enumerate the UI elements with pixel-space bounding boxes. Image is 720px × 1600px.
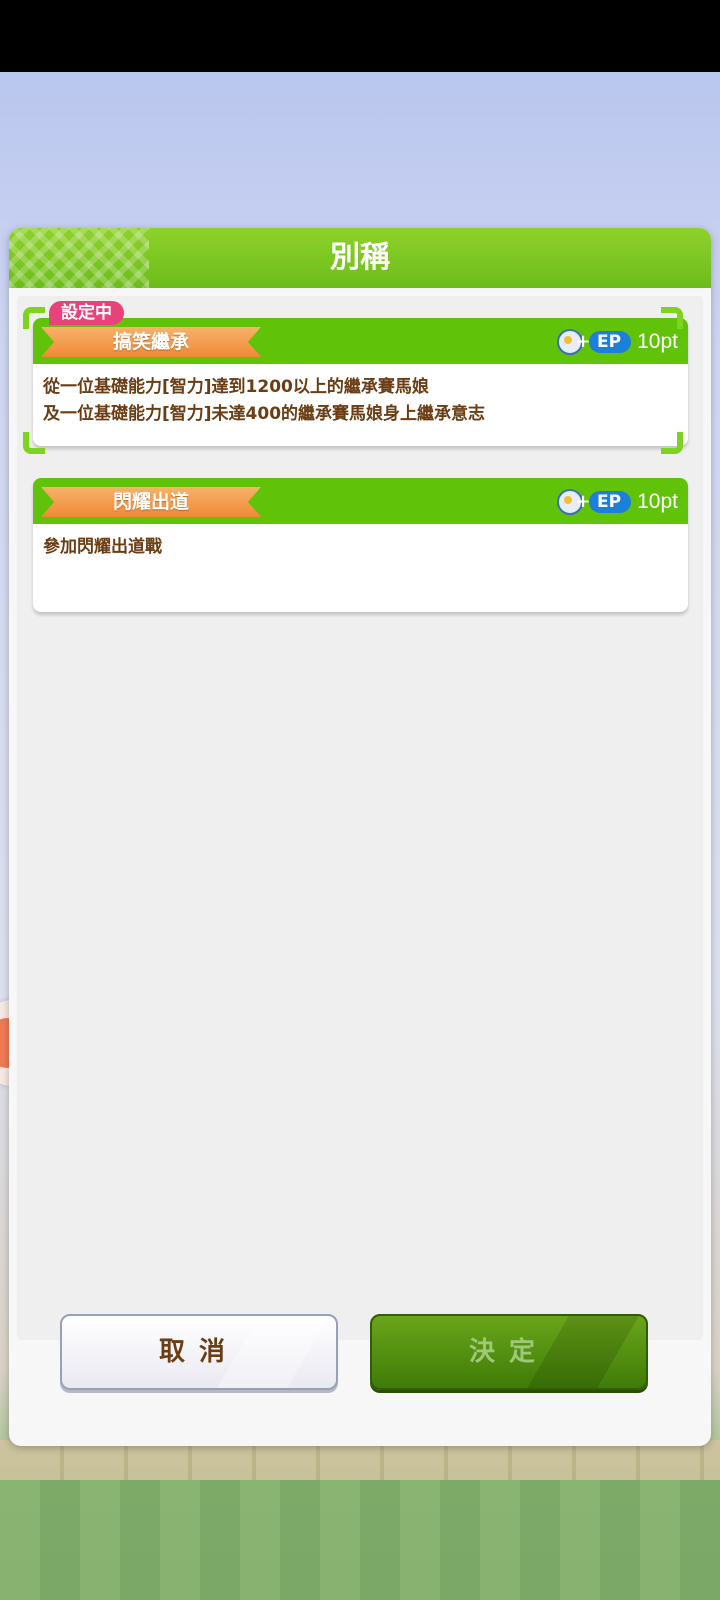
title-card[interactable]: 閃耀出道 + EP 10pt 參加閃耀出道戰 xyxy=(33,478,688,612)
background-grass xyxy=(0,1480,720,1600)
card-header: 閃耀出道 + EP 10pt xyxy=(33,478,688,524)
plus-icon: + xyxy=(575,491,591,512)
title-name-ribbon: 搞笑繼承 xyxy=(41,327,261,357)
ep-reward: + EP 10pt xyxy=(557,328,678,356)
title-description: 參加閃耀出道戰 xyxy=(43,537,162,557)
ep-points: 10pt xyxy=(637,330,678,353)
selection-corner-top-left xyxy=(23,307,45,329)
title-select-dialog: 別稱 搞笑繼承 + EP 10pt 從一位基礎能力[智力]達到1200以上的繼承… xyxy=(9,228,711,1446)
card-header: 搞笑繼承 + EP 10pt xyxy=(33,318,688,364)
confirm-button[interactable]: 決定 xyxy=(370,1314,648,1390)
title-card-selected[interactable]: 搞笑繼承 + EP 10pt 從一位基礎能力[智力]達到1200以上的繼承賽馬娘… xyxy=(33,318,688,446)
dialog-title: 別稱 xyxy=(330,240,390,275)
background-fence xyxy=(0,1440,720,1480)
ep-reward: + EP 10pt xyxy=(557,488,678,516)
selection-corner-bottom-left xyxy=(23,432,45,454)
status-bar xyxy=(0,0,720,72)
selection-corner-bottom-right xyxy=(661,432,683,454)
dialog-header: 別稱 xyxy=(9,228,711,288)
title-name: 閃耀出道 xyxy=(112,491,189,513)
title-list: 搞笑繼承 + EP 10pt 從一位基礎能力[智力]達到1200以上的繼承賽馬娘… xyxy=(17,296,703,1340)
current-setting-badge: 設定中 xyxy=(49,301,124,325)
title-description: 從一位基礎能力[智力]達到1200以上的繼承賽馬娘 及一位基礎能力[智力]未達4… xyxy=(43,377,486,424)
ep-badge: EP xyxy=(589,331,632,353)
title-name-ribbon: 閃耀出道 xyxy=(41,487,261,517)
plus-icon: + xyxy=(575,331,591,352)
ep-badge: EP xyxy=(589,491,632,513)
title-name: 搞笑繼承 xyxy=(112,331,189,353)
selection-corner-top-right xyxy=(661,307,683,329)
ep-points: 10pt xyxy=(637,490,678,513)
cancel-button[interactable]: 取消 xyxy=(60,1314,338,1390)
